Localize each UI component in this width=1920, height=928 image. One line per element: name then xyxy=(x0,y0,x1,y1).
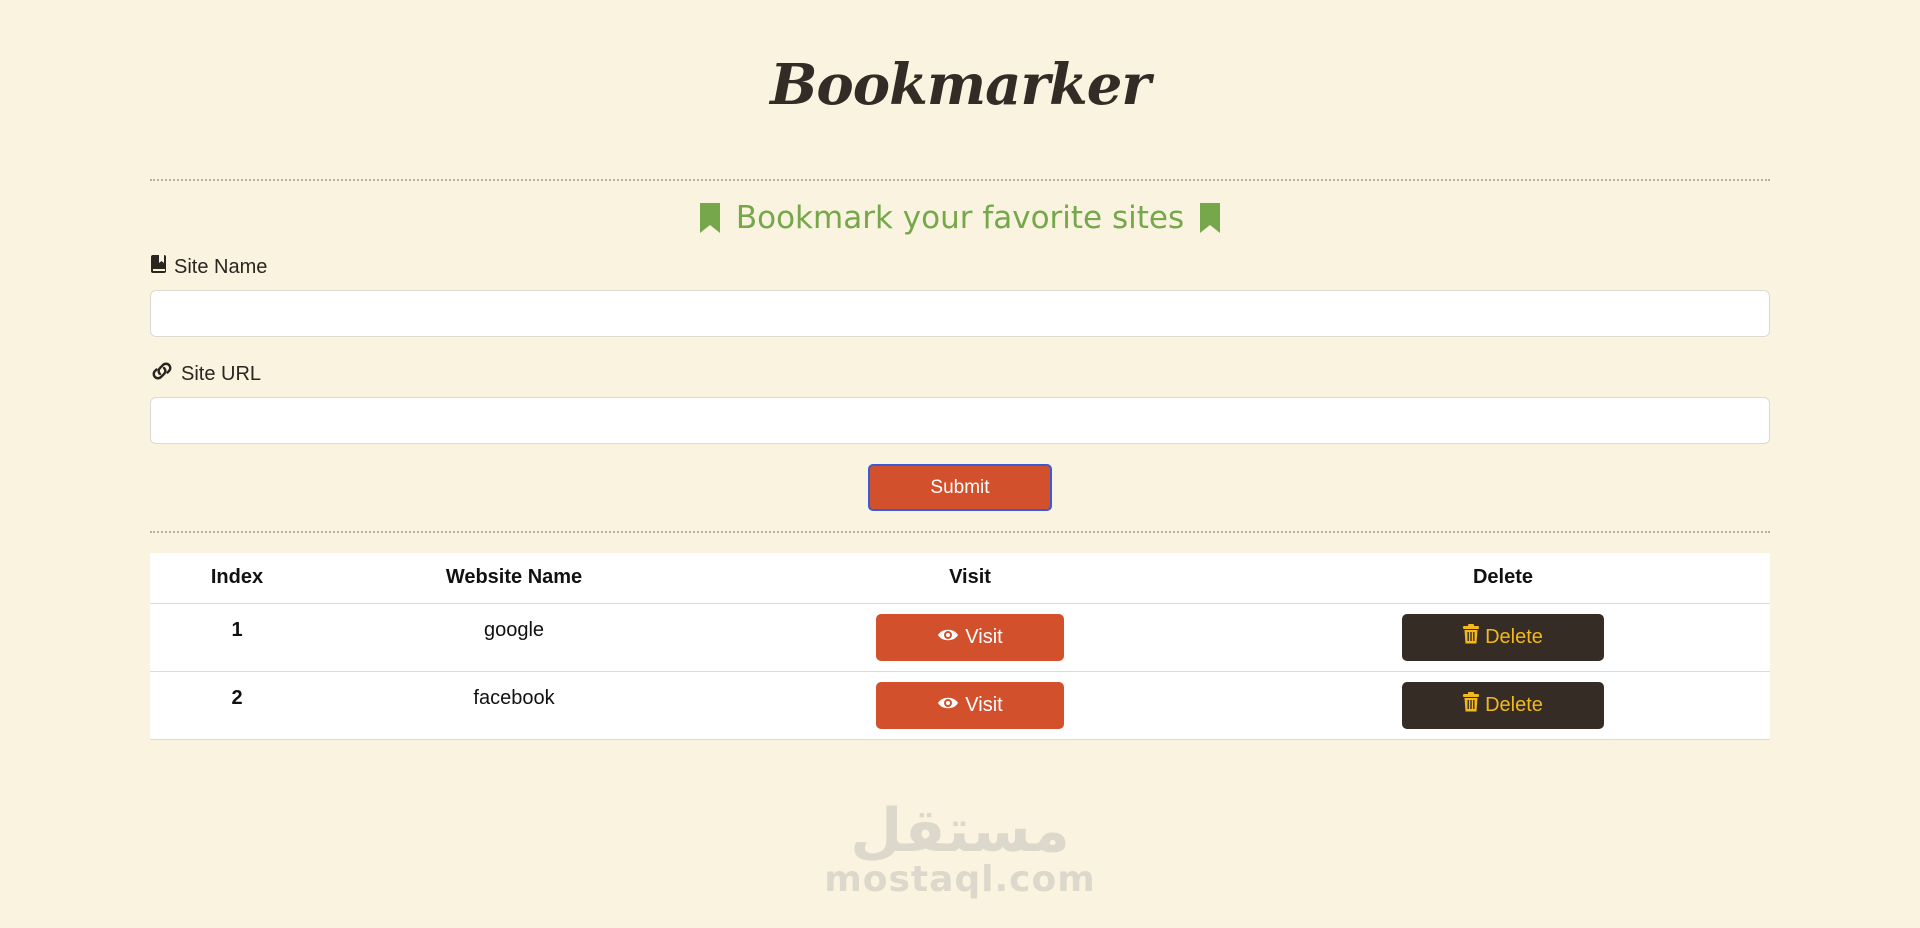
visit-button[interactable]: Visit xyxy=(876,613,1064,661)
row-delete-cell: Delete xyxy=(1236,603,1770,672)
bookmark-icon xyxy=(1198,202,1222,234)
visit-button-label: Visit xyxy=(965,625,1003,648)
row-index: 2 xyxy=(150,671,324,740)
site-url-input[interactable] xyxy=(150,397,1770,444)
row-delete-cell: Delete xyxy=(1236,671,1770,740)
table-row: 1 google Visit Delete xyxy=(150,603,1770,672)
watermark: مستقل mostaql.com xyxy=(0,800,1920,898)
book-bookmark-icon xyxy=(150,254,167,280)
app-title: Bookmarker xyxy=(770,52,1151,118)
row-visit-cell: Visit xyxy=(704,603,1236,672)
top-divider xyxy=(150,179,1770,181)
visit-button[interactable]: Visit xyxy=(876,681,1064,729)
column-header-delete: Delete xyxy=(1236,553,1770,604)
delete-button-label: Delete xyxy=(1485,693,1543,716)
site-name-label-text: Site Name xyxy=(174,255,268,278)
table-row: 2 facebook Visit Delete xyxy=(150,671,1770,740)
page: Bookmarker Bookmark your favorite sites … xyxy=(0,0,1920,928)
watermark-url: mostaql.com xyxy=(824,859,1096,900)
column-header-index: Index xyxy=(150,553,324,604)
site-url-label-text: Site URL xyxy=(181,362,262,385)
eye-icon xyxy=(937,626,959,649)
bookmark-icon xyxy=(698,202,722,234)
watermark-logo: مستقل xyxy=(850,796,1070,866)
trash-icon xyxy=(1463,692,1480,718)
column-header-visit: Visit xyxy=(704,553,1236,604)
visit-button-label: Visit xyxy=(965,693,1003,716)
subtitle-text: Bookmark your favorite sites xyxy=(735,200,1185,236)
eye-icon xyxy=(937,694,959,717)
row-index: 1 xyxy=(150,603,324,672)
site-name-label: Site Name xyxy=(150,254,1770,280)
column-header-website-name: Website Name xyxy=(324,553,704,604)
site-name-input[interactable] xyxy=(150,290,1770,337)
bottom-divider xyxy=(150,531,1770,533)
table-header-row: Index Website Name Visit Delete xyxy=(150,553,1770,604)
form-subtitle: Bookmark your favorite sites xyxy=(150,200,1770,236)
submit-button[interactable]: Submit xyxy=(868,464,1052,511)
site-url-label: Site URL xyxy=(150,361,1770,387)
bookmarks-table: Index Website Name Visit Delete 1 google xyxy=(150,553,1770,740)
row-website-name: facebook xyxy=(324,671,704,740)
link-icon xyxy=(150,361,174,387)
delete-button-label: Delete xyxy=(1485,625,1543,648)
delete-button[interactable]: Delete xyxy=(1402,681,1604,729)
delete-button[interactable]: Delete xyxy=(1402,613,1604,661)
row-website-name: google xyxy=(324,603,704,672)
row-visit-cell: Visit xyxy=(704,671,1236,740)
trash-icon xyxy=(1463,624,1480,650)
